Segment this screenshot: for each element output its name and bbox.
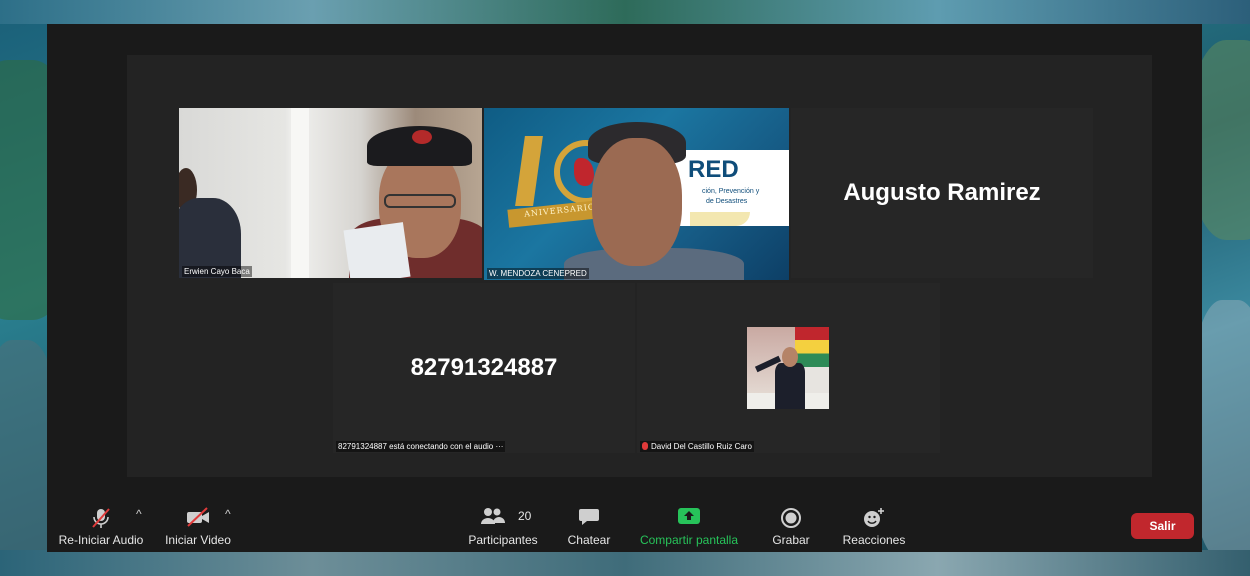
mic-muted-icon <box>642 442 648 450</box>
participant-name: W. MENDOZA CENEPRED <box>487 268 589 279</box>
record-button[interactable]: Grabar <box>765 499 817 552</box>
profile-picture <box>747 327 829 409</box>
participant-name: David Del Castillo Ruiz Caro <box>651 442 752 451</box>
video-tile-erwien[interactable]: Erwien Cayo Baca <box>179 108 482 278</box>
participant-name: Erwien Cayo Baca <box>182 266 252 277</box>
zoom-meeting-window: Erwien Cayo Baca ANIVERSARIO RED ción, P… <box>47 24 1202 552</box>
audio-options-caret[interactable]: ^ <box>136 507 142 521</box>
video-tile-david[interactable]: David Del Castillo Ruiz Caro <box>637 283 940 453</box>
gallery-view: Erwien Cayo Baca ANIVERSARIO RED ción, P… <box>127 55 1152 477</box>
video-options-caret[interactable]: ^ <box>225 507 231 521</box>
background-top-strip <box>0 0 1250 24</box>
leave-meeting-button[interactable]: Salir <box>1131 513 1194 539</box>
participant-display-name: 82791324887 <box>410 354 558 381</box>
chat-button[interactable]: Chatear <box>561 499 617 552</box>
share-screen-icon <box>678 508 700 524</box>
smiley-add-icon <box>864 508 884 527</box>
participants-count: 20 <box>518 509 532 523</box>
video-tile-mendoza-active-speaker[interactable]: ANIVERSARIO RED ción, Prevención y de De… <box>484 108 789 280</box>
meeting-toolbar: Re-Iniciar Audio ^ Iniciar Video ^ 20 Pa… <box>47 499 1202 552</box>
audio-button[interactable]: Re-Iniciar Audio <box>53 499 149 552</box>
participants-button[interactable]: 20 Participantes <box>462 499 544 552</box>
microphone-muted-icon <box>92 508 110 528</box>
video-camera-off-icon <box>187 507 209 527</box>
record-icon <box>781 508 801 528</box>
share-screen-button[interactable]: Compartir pantalla <box>635 499 743 552</box>
participant-name-row: David Del Castillo Ruiz Caro <box>640 441 754 452</box>
chat-bubble-icon <box>579 509 599 525</box>
video-tile-augusto[interactable]: Augusto Ramirez <box>791 108 1093 278</box>
video-tile-phone-caller[interactable]: 82791324887 82791324887 está conectando … <box>333 283 635 453</box>
participant-display-name: Augusto Ramirez <box>843 179 1041 206</box>
participant-status: 82791324887 está conectando con el audio… <box>336 441 506 452</box>
participants-icon <box>481 508 505 524</box>
background-bottom-strip <box>0 550 1250 576</box>
reactions-button[interactable]: Reacciones <box>837 499 911 552</box>
